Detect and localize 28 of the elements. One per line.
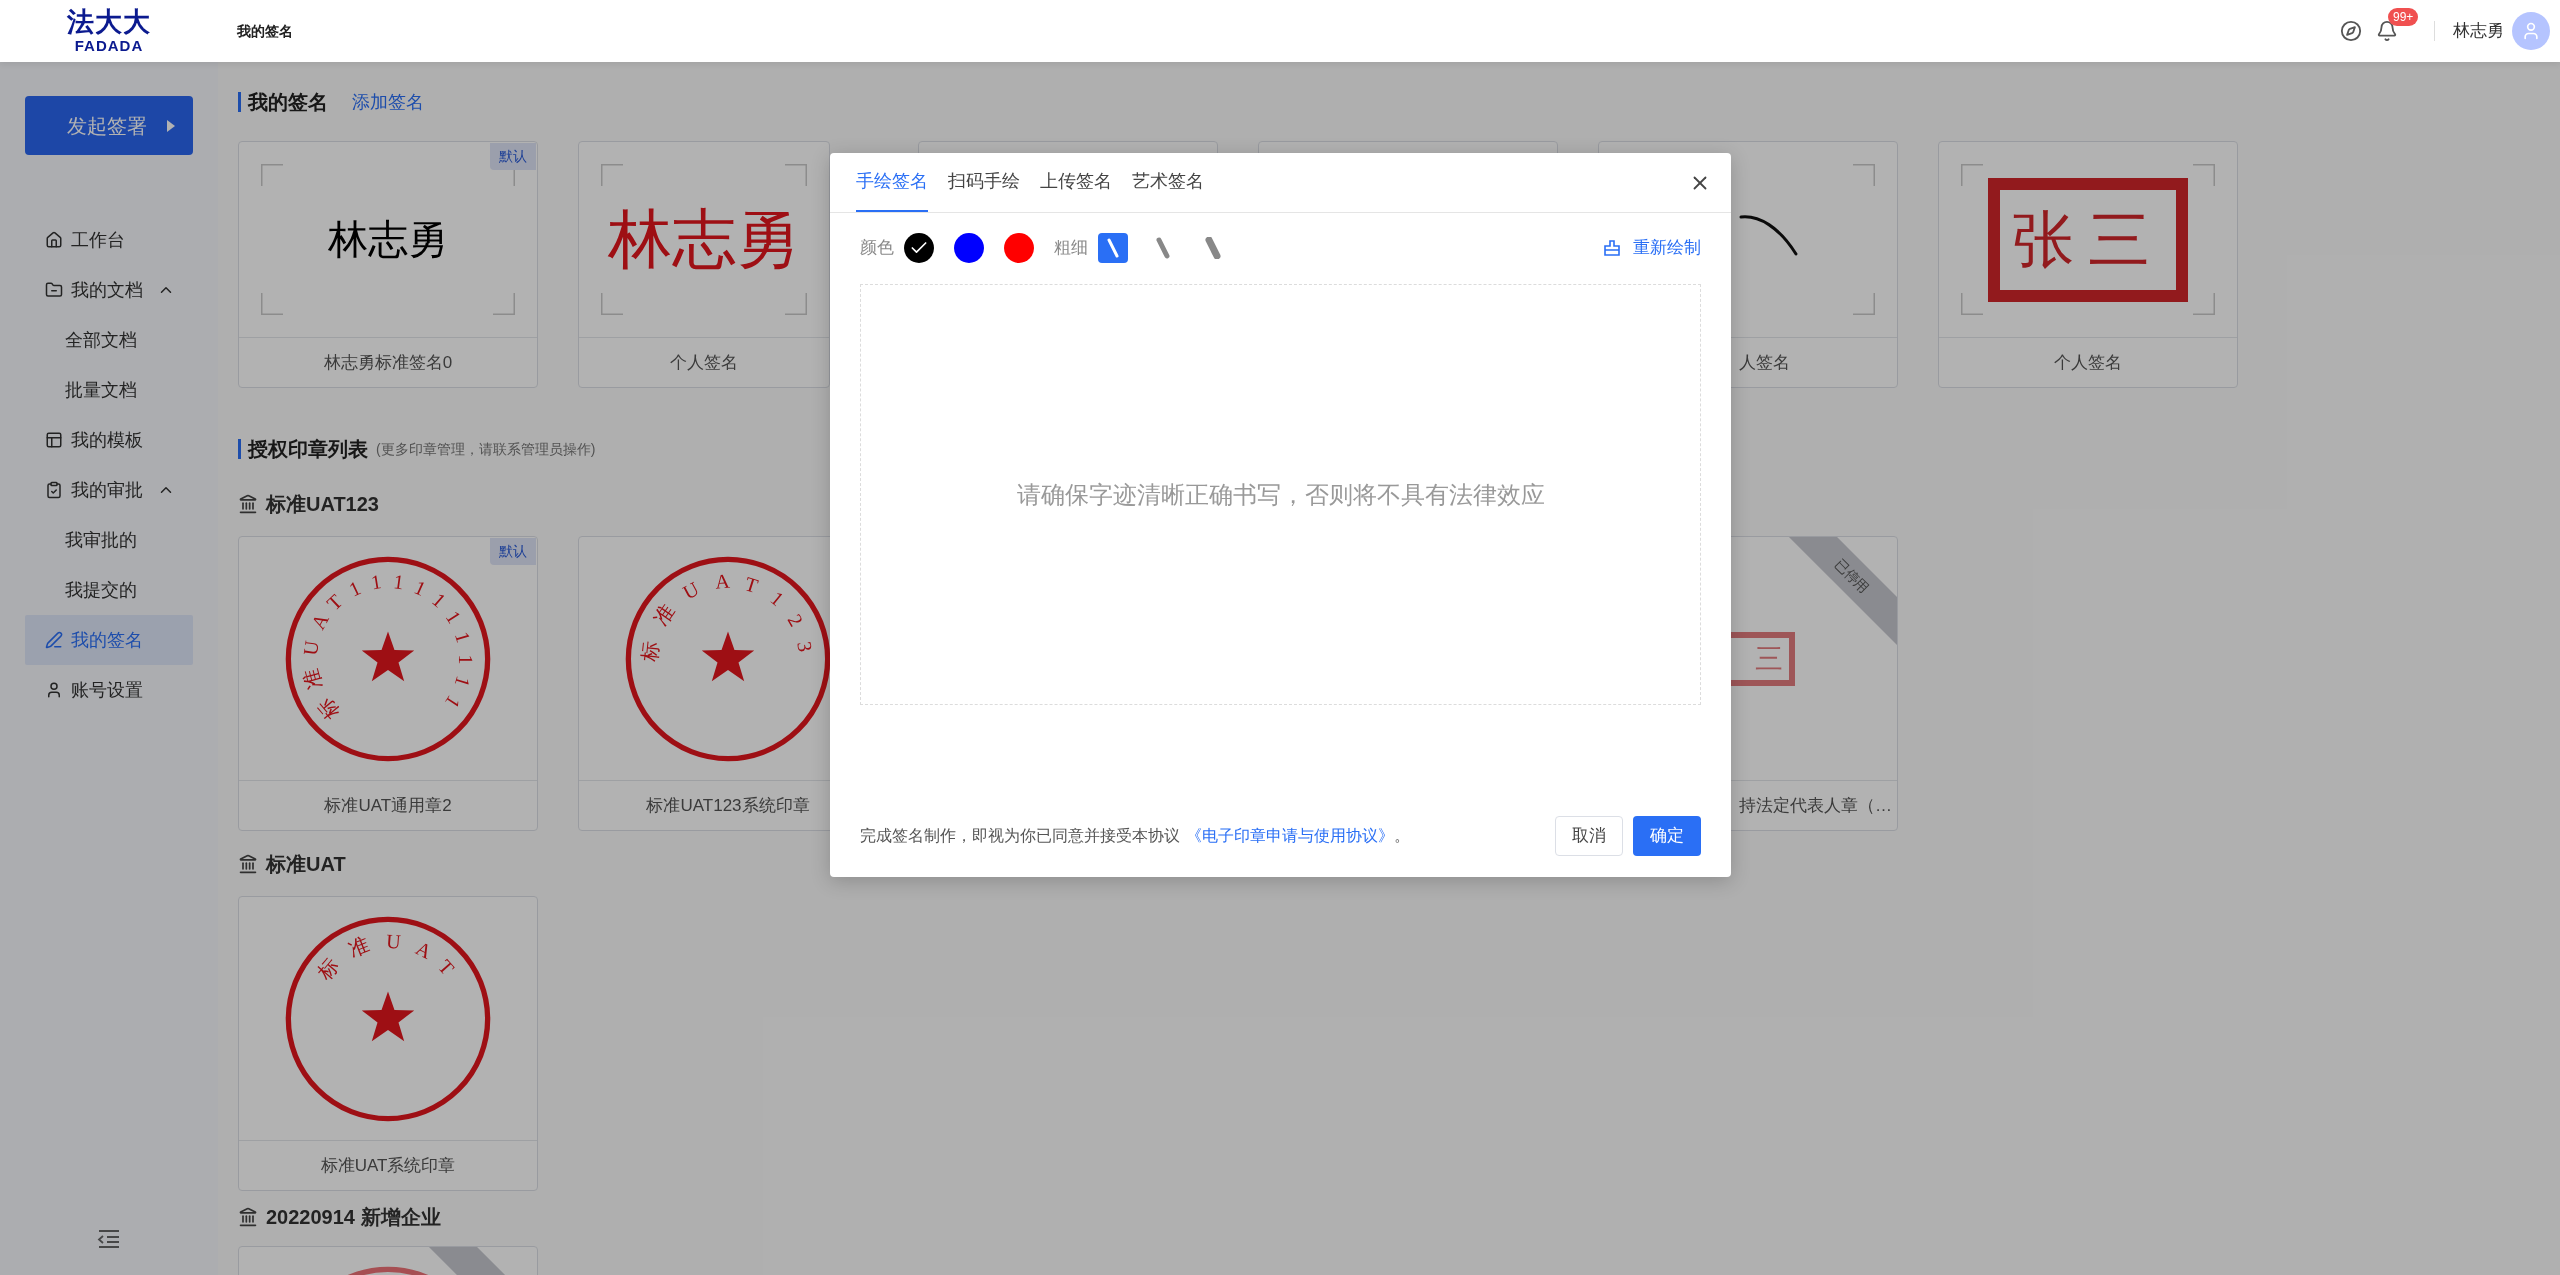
- section-note: (更多印章管理，请联系管理员操作): [376, 439, 596, 459]
- thickness-label: 粗细: [1054, 237, 1088, 260]
- card-label: 个人签名: [670, 351, 738, 374]
- company-name: 标准UAT: [266, 852, 346, 877]
- disabled-ribbon: 已停用: [1787, 537, 1897, 647]
- signature-text: 林志勇: [328, 216, 448, 262]
- section-title: 授权印章列表: [248, 437, 368, 462]
- card-label: 人签名: [1739, 351, 1790, 374]
- card-label: 持法定代表人章（…: [1739, 794, 1892, 817]
- card-label: 标准UAT123系统印章: [646, 794, 810, 817]
- card-label: 林志勇标准签名0: [323, 351, 453, 374]
- notification-badge: 99+: [2388, 8, 2419, 26]
- company-name: 标准UAT123: [266, 492, 379, 517]
- signature-text: 林志勇: [608, 203, 800, 275]
- default-badge: 默认: [490, 538, 536, 565]
- logo-text: 法大大: [67, 9, 151, 36]
- default-badge: 默认: [490, 143, 536, 170]
- seal-text: 张三: [2012, 208, 2164, 271]
- color-label: 颜色: [860, 237, 894, 260]
- page-title: 我的签名: [237, 21, 293, 41]
- card-label: 标准UAT通用章2: [324, 794, 452, 817]
- section-title: 我的签名: [248, 90, 328, 115]
- card-label: 个人签名: [2054, 351, 2122, 374]
- seal-text: 三: [1755, 644, 1783, 673]
- card-label: 标准UAT系统印章: [320, 1154, 456, 1177]
- canvas-placeholder: 请确保字迹清晰正确书写，否则将不具有法律效应: [1016, 479, 1545, 510]
- logo-text: FADADA: [74, 38, 144, 53]
- company-name: 20220914 新增企业: [266, 1205, 441, 1230]
